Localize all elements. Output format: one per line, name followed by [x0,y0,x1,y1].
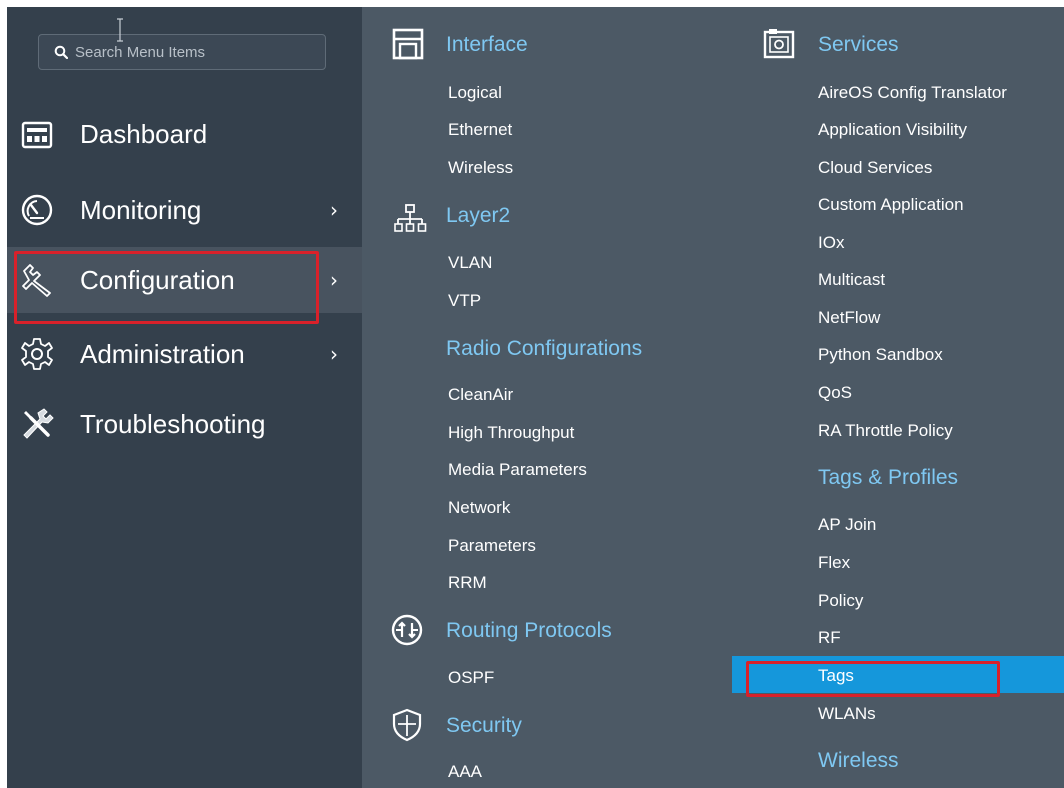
menu-item-wlans[interactable]: WLANs [818,704,876,724]
section-heading-interface[interactable]: Interface [446,33,528,57]
menu-item-application-visibility[interactable]: Application Visibility [818,120,967,140]
chevron-right-icon: › [330,268,338,292]
dashboard-icon [21,121,53,149]
menu-item-logical[interactable]: Logical [448,83,502,103]
menu-item-policy[interactable]: Policy [818,591,863,611]
nav-item-configuration[interactable]: Configuration › [7,247,362,313]
menu-item-netflow[interactable]: NetFlow [818,308,880,328]
menu-item-flex[interactable]: Flex [818,553,850,573]
menu-item-cloud-services[interactable]: Cloud Services [818,158,932,178]
nav-label-monitoring: Monitoring [80,194,202,225]
menu-item-vlan[interactable]: VLAN [448,253,492,273]
search-box[interactable] [38,34,326,70]
nav-label-administration: Administration [80,338,245,369]
menu-item-ap-join[interactable]: AP Join [818,515,876,535]
chevron-right-icon: › [330,198,338,222]
menu-item-rf[interactable]: RF [818,628,841,648]
nav-label-configuration: Configuration [80,264,235,295]
menu-item-cleanair[interactable]: CleanAir [448,385,513,405]
gear-icon [21,338,53,370]
menu-item-custom-application[interactable]: Custom Application [818,195,964,215]
menu-item-network[interactable]: Network [448,498,510,518]
menu-item-ra-throttle-policy[interactable]: RA Throttle Policy [818,421,953,441]
nav-item-administration[interactable]: Administration › [7,321,362,387]
nav-item-monitoring[interactable]: Monitoring › [7,177,362,243]
left-navigation: Dashboard Monitoring › Configuration › A… [7,7,362,788]
routing-icon [391,614,423,646]
section-heading-routing-protocols[interactable]: Routing Protocols [446,619,612,643]
menu-item-iox[interactable]: IOx [818,233,844,253]
menu-item-multicast[interactable]: Multicast [818,270,885,290]
menu-item-tags[interactable]: Tags [818,666,854,686]
menu-item-rrm[interactable]: RRM [448,573,487,593]
nav-label-troubleshooting: Troubleshooting [80,408,266,439]
nav-item-troubleshooting[interactable]: Troubleshooting [7,391,362,457]
menu-item-media-parameters[interactable]: Media Parameters [448,460,587,480]
text-cursor-icon [117,18,123,42]
section-heading-layer2[interactable]: Layer2 [446,204,510,228]
nav-item-dashboard[interactable]: Dashboard [7,101,362,167]
section-heading-security[interactable]: Security [446,714,522,738]
menu-item-parameters[interactable]: Parameters [448,536,536,556]
section-heading-tags-profiles[interactable]: Tags & Profiles [818,466,958,490]
section-heading-radio-configurations[interactable]: Radio Configurations [446,337,642,361]
layer2-network-icon [394,204,427,232]
menu-item-aaa[interactable]: AAA [448,762,482,782]
menu-item-ospf[interactable]: OSPF [448,668,494,688]
menu-item-aireos-config-translator[interactable]: AireOS Config Translator [818,83,1007,103]
tools-icon [23,408,54,439]
search-input[interactable] [75,40,315,64]
menu-item-high-throughput[interactable]: High Throughput [448,423,574,443]
selected-item-highlight [732,656,1064,693]
section-heading-services[interactable]: Services [818,33,899,57]
services-icon [763,29,795,59]
menu-item-wireless[interactable]: Wireless [448,158,513,178]
nav-label-dashboard: Dashboard [80,118,208,149]
menu-item-ethernet[interactable]: Ethernet [448,120,512,140]
section-heading-wireless[interactable]: Wireless [818,749,899,773]
interface-icon [392,28,424,60]
configuration-submenu-panel: Interface Logical Ethernet Wireless Laye… [362,7,1064,788]
menu-item-qos[interactable]: QoS [818,383,852,403]
menu-item-python-sandbox[interactable]: Python Sandbox [818,345,943,365]
gauge-icon [21,194,53,226]
shield-icon [392,708,422,742]
search-icon [54,45,68,59]
menu-item-vtp[interactable]: VTP [448,291,481,311]
chevron-right-icon: › [330,342,338,366]
wrench-icon [22,264,51,297]
